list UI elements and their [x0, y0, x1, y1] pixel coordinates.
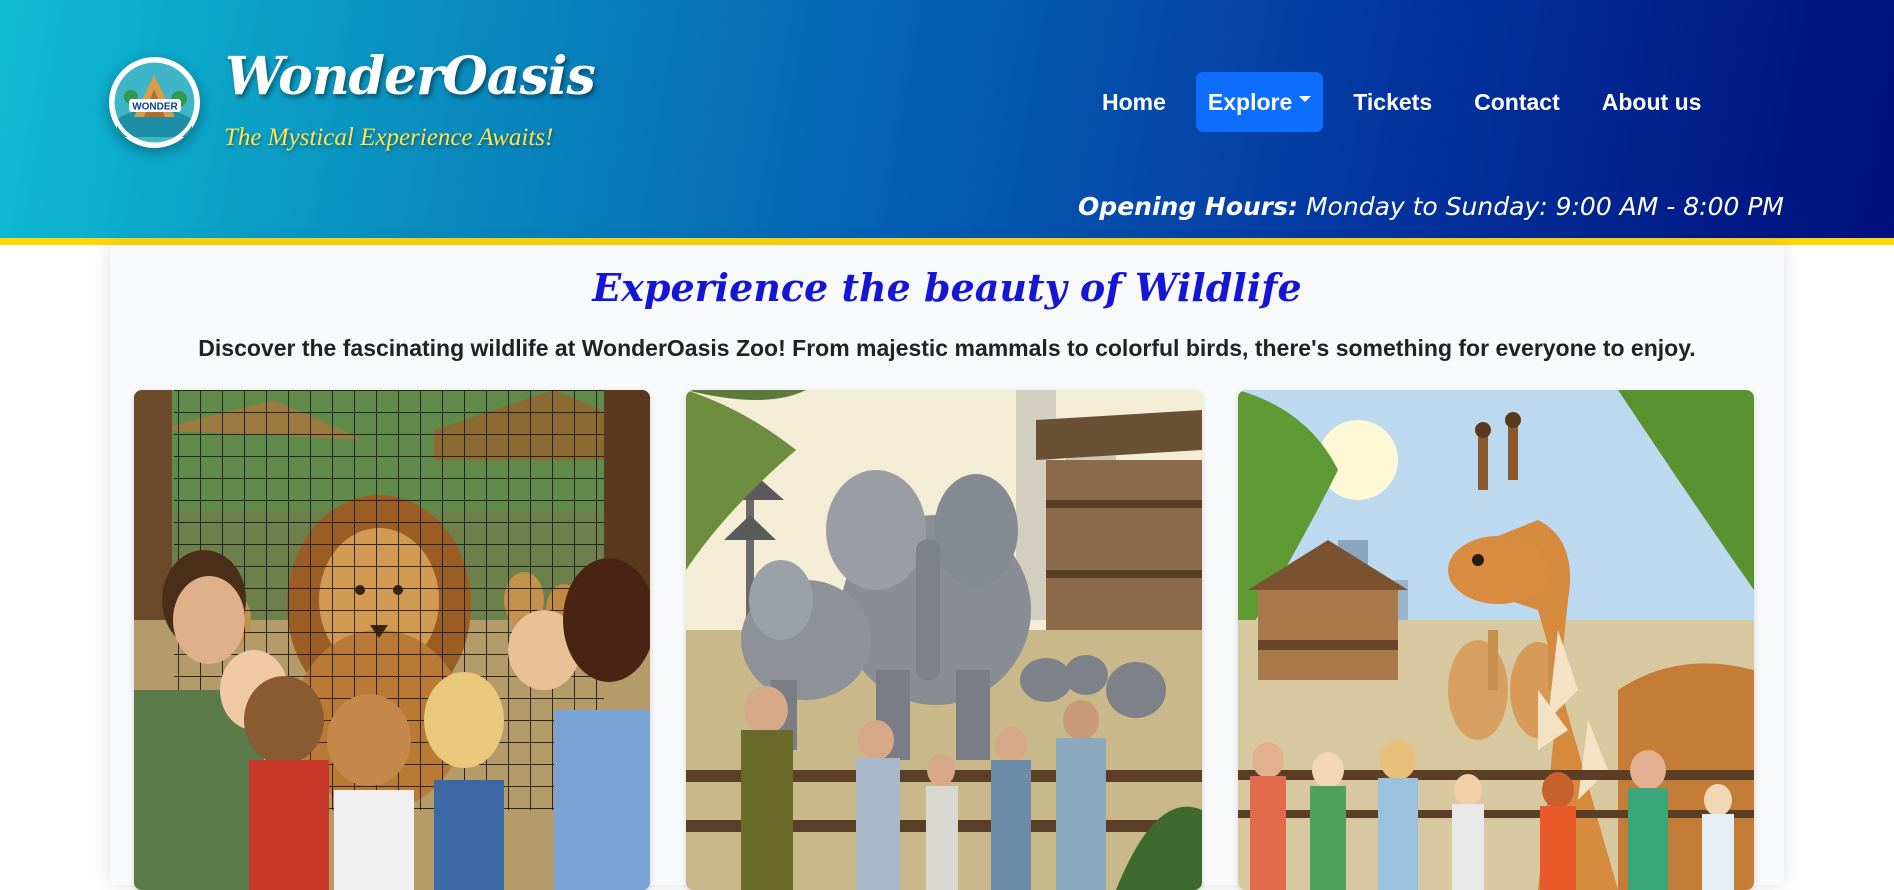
opening-hours-label: Opening Hours: [1078, 192, 1299, 221]
caret-down-icon [1299, 96, 1312, 102]
nav-tickets-label: Tickets [1353, 88, 1433, 115]
section-lead: Discover the fascinating wildlife at Won… [198, 335, 1696, 361]
lion-enclosure-photo[interactable] [134, 390, 650, 890]
nav-explore-label: Explore [1207, 88, 1293, 115]
zoo-logo[interactable]: WONDER [109, 57, 200, 148]
nav-about-label: About us [1601, 88, 1702, 115]
wildlife-section: Experience the beauty of Wildlife Discov… [110, 245, 1784, 890]
nav-tickets[interactable]: Tickets [1341, 72, 1444, 132]
nav-about[interactable]: About us [1590, 72, 1714, 132]
nav-home-label: Home [1102, 88, 1166, 115]
opening-hours: Opening Hours: Monday to Sunday: 9:00 AM… [1078, 192, 1784, 221]
elephant-habitat-photo[interactable] [686, 390, 1202, 890]
section-title: Experience the beauty of Wildlife [592, 265, 1302, 310]
nav-contact-label: Contact [1474, 88, 1560, 115]
nav-contact[interactable]: Contact [1462, 72, 1572, 132]
zoo-logo-badge-icon: WONDER [109, 57, 200, 148]
brand-tagline: The Mystical Experience Awaits! [224, 124, 554, 151]
svg-text:WONDER: WONDER [132, 102, 178, 113]
giraffe-image [1238, 390, 1754, 890]
brand-name[interactable]: WonderOasis [225, 46, 596, 107]
main-nav: Home Explore Tickets Contact About us [1090, 72, 1731, 132]
giraffe-viewing-photo[interactable] [1238, 390, 1754, 890]
lion-image [134, 390, 650, 890]
site-header: WONDER WonderOasis The Mystical Experien… [0, 0, 1894, 245]
opening-hours-value: Monday to Sunday: 9:00 AM - 8:00 PM [1305, 192, 1784, 221]
nav-explore-dropdown[interactable]: Explore [1195, 72, 1324, 132]
elephant-image [686, 390, 1202, 890]
nav-home[interactable]: Home [1090, 72, 1178, 132]
